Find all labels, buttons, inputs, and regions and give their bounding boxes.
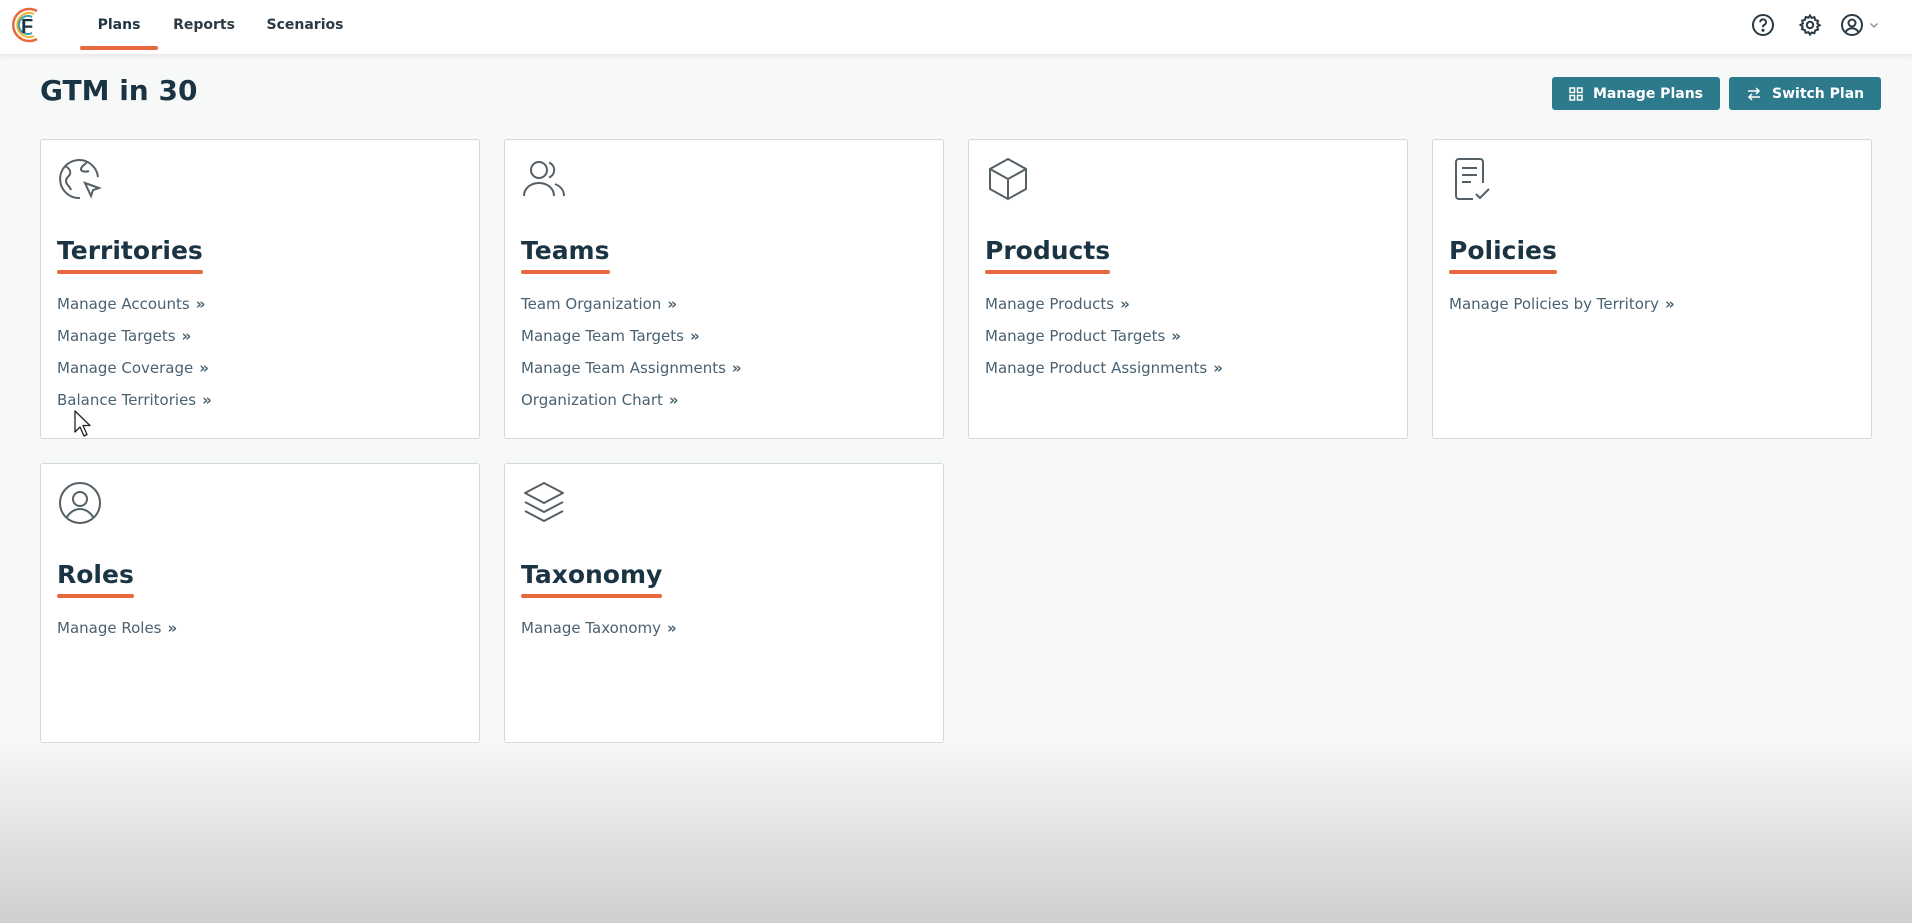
link-balance-territories[interactable]: Balance Territories» xyxy=(57,390,212,410)
card-title-text: Taxonomy xyxy=(521,560,663,589)
tab-reports[interactable]: Reports xyxy=(170,0,238,50)
grid-icon xyxy=(1569,86,1583,101)
card-title-text: Roles xyxy=(57,560,134,589)
manage-plans-button[interactable]: Manage Plans xyxy=(1552,77,1720,110)
card-roles: Roles Manage Roles» xyxy=(40,463,480,743)
title-underline xyxy=(521,594,663,598)
mouse-cursor-icon xyxy=(74,410,91,437)
link-manage-coverage[interactable]: Manage Coverage» xyxy=(57,358,212,378)
link-manage-roles[interactable]: Manage Roles» xyxy=(57,618,177,638)
title-underline xyxy=(521,270,610,274)
switch-plan-label: Switch Plan xyxy=(1772,85,1865,102)
switch-plan-button[interactable]: Switch Plan xyxy=(1729,77,1882,110)
globe-cursor-icon xyxy=(59,159,103,200)
help-icon[interactable] xyxy=(1750,12,1776,38)
link-team-organization[interactable]: Team Organization» xyxy=(521,294,742,314)
users-icon xyxy=(523,161,565,197)
user-circle-icon xyxy=(59,482,101,524)
link-manage-targets[interactable]: Manage Targets» xyxy=(57,326,212,346)
card-title-text: Products xyxy=(985,236,1111,265)
swap-arrows-icon xyxy=(1747,86,1761,101)
card-teams: Teams Team Organization» Manage Team Tar… xyxy=(504,139,944,439)
card-title-text: Teams xyxy=(521,236,610,265)
link-manage-product-targets[interactable]: Manage Product Targets» xyxy=(985,326,1223,346)
tab-scenarios[interactable]: Scenarios xyxy=(262,0,348,50)
card-title-text: Policies xyxy=(1449,236,1557,265)
chevron-down-icon xyxy=(1869,22,1879,29)
card-title-text: Territories xyxy=(57,236,203,265)
title-underline xyxy=(57,270,203,274)
box-icon xyxy=(989,157,1027,201)
link-manage-team-targets[interactable]: Manage Team Targets» xyxy=(521,326,742,346)
link-organization-chart[interactable]: Organization Chart» xyxy=(521,390,742,410)
link-manage-policies-by-territory[interactable]: Manage Policies by Territory» xyxy=(1449,294,1675,314)
layers-icon xyxy=(524,482,564,522)
card-products: Products Manage Products» Manage Product… xyxy=(968,139,1408,439)
link-manage-products[interactable]: Manage Products» xyxy=(985,294,1223,314)
title-underline xyxy=(985,270,1111,274)
svg-text:F: F xyxy=(21,16,33,38)
card-policies: Policies Manage Policies by Territory» xyxy=(1432,139,1872,439)
card-title: Taxonomy xyxy=(521,560,663,598)
card-title: Products xyxy=(985,236,1111,274)
title-underline xyxy=(1449,270,1557,274)
card-taxonomy: Taxonomy Manage Taxonomy» xyxy=(504,463,944,743)
card-title: Teams xyxy=(521,236,610,274)
page-title: GTM in 30 xyxy=(40,74,198,107)
document-check-icon xyxy=(1455,158,1490,200)
card-title: Roles xyxy=(57,560,134,598)
title-underline xyxy=(57,594,134,598)
user-menu[interactable] xyxy=(1840,12,1884,38)
card-territories: Territories Manage Accounts» Manage Targ… xyxy=(40,139,480,439)
card-title: Policies xyxy=(1449,236,1557,274)
card-title: Territories xyxy=(57,236,203,274)
app-logo[interactable]: F xyxy=(7,5,45,45)
link-manage-product-assignments[interactable]: Manage Product Assignments» xyxy=(985,358,1223,378)
gear-icon[interactable] xyxy=(1797,12,1823,38)
manage-plans-label: Manage Plans xyxy=(1593,85,1703,102)
link-manage-taxonomy[interactable]: Manage Taxonomy» xyxy=(521,618,677,638)
user-avatar-icon xyxy=(1841,14,1863,36)
link-manage-team-assignments[interactable]: Manage Team Assignments» xyxy=(521,358,742,378)
link-manage-accounts[interactable]: Manage Accounts» xyxy=(57,294,212,314)
top-navigation-bar: F Plans Reports Scenarios xyxy=(0,0,1912,54)
tab-plans[interactable]: Plans xyxy=(80,0,158,50)
